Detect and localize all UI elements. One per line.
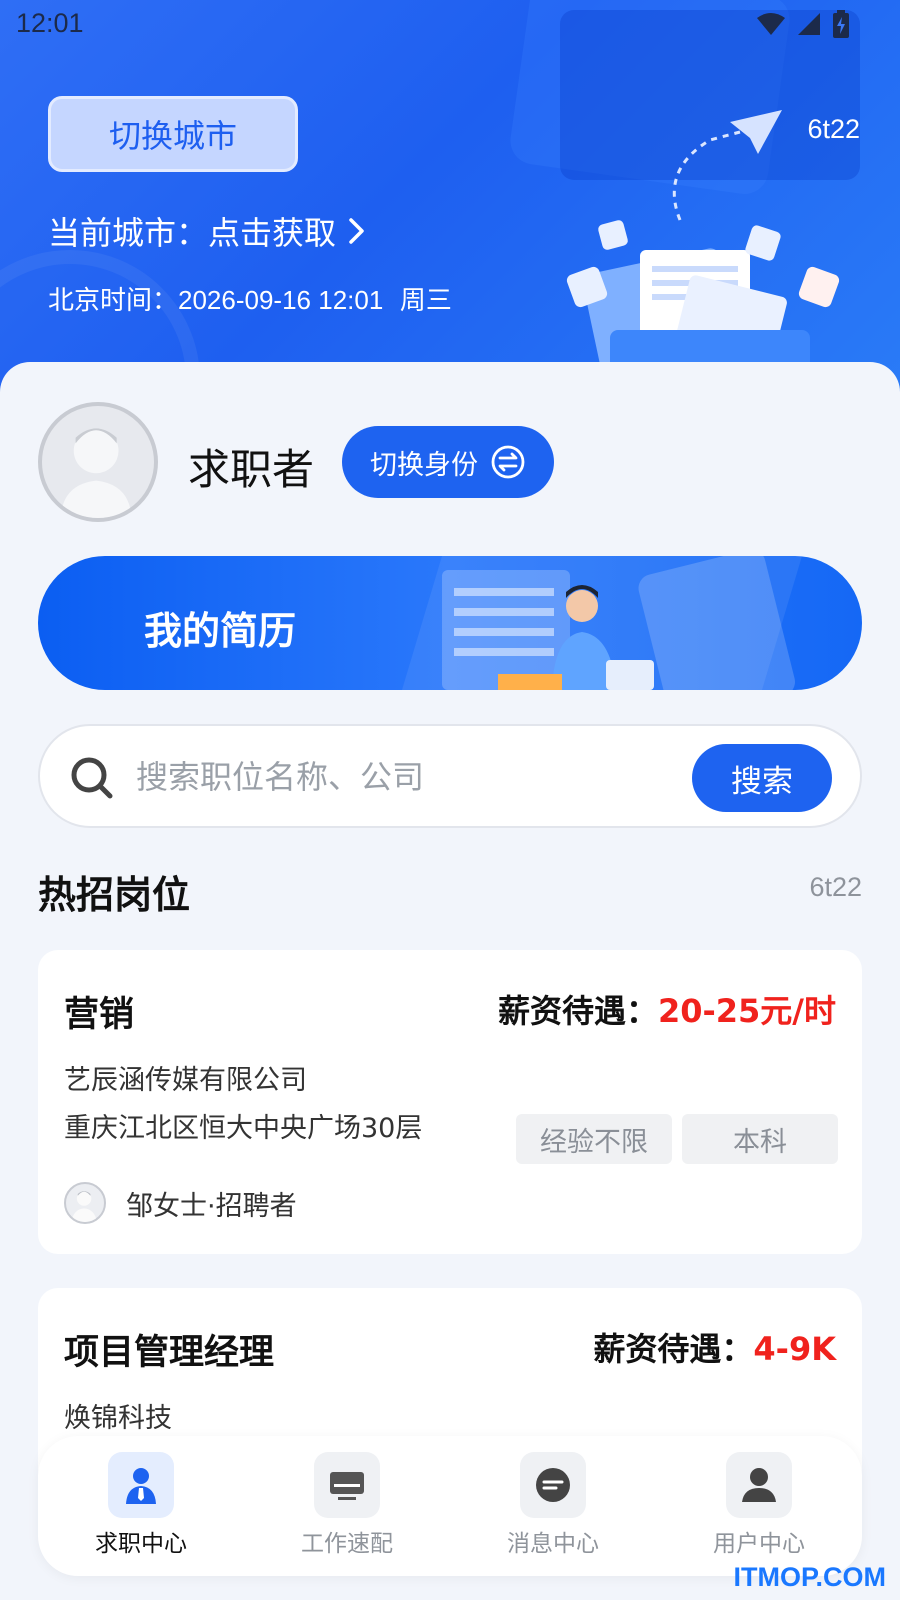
- my-resume-label: 我的简历: [144, 609, 297, 653]
- salary-label: 薪资待遇：: [497, 992, 658, 1030]
- job-salary: 薪资待遇：20-25元/时: [498, 986, 836, 1032]
- tab-work-match[interactable]: 工作速配: [244, 1436, 450, 1576]
- avatar-person-icon: [60, 428, 132, 518]
- wifi-icon: [757, 13, 785, 35]
- tab-label: 用户中心: [713, 1531, 805, 1557]
- job-title: 项目管理经理: [64, 1333, 275, 1373]
- salary-label: 薪资待遇：: [593, 1330, 754, 1368]
- search-button[interactable]: 搜索: [692, 744, 832, 812]
- tab-message-center[interactable]: 消息中心: [450, 1436, 656, 1576]
- role-title: 求职者: [188, 445, 315, 494]
- job-tag-education: 本科: [682, 1114, 838, 1164]
- job-salary: 薪资待遇：4-9K: [593, 1324, 836, 1370]
- recruiter-avatar: [64, 1182, 106, 1224]
- search-input[interactable]: [136, 754, 656, 800]
- job-seeker-icon: [126, 1468, 156, 1504]
- documents-illustration: [566, 110, 840, 370]
- top-right-code: 6t22: [807, 114, 860, 144]
- hot-jobs-title: 热招岗位: [38, 873, 191, 917]
- switch-role-label: 切换身份: [370, 449, 478, 481]
- status-bar: 12:01: [0, 0, 900, 50]
- switch-city-button[interactable]: 切换城市: [48, 96, 298, 172]
- tab-job-center[interactable]: 求职中心: [38, 1436, 244, 1576]
- tab-label: 工作速配: [301, 1531, 393, 1557]
- salary-amount: 20-25元/时: [657, 992, 836, 1030]
- status-time: 12:01: [16, 8, 84, 38]
- switch-role-button[interactable]: 切换身份: [342, 426, 554, 498]
- job-company: 焕锦科技: [64, 1403, 172, 1434]
- job-tag-experience: 经验不限: [516, 1114, 672, 1164]
- avatar-person-icon: [71, 1191, 97, 1222]
- resume-illustration: [402, 556, 802, 690]
- battery-icon: [833, 10, 849, 38]
- chevron-right-icon: [349, 218, 364, 244]
- search-icon: [71, 757, 113, 799]
- bottom-tab-bar: 求职中心 工作速配 消息中心 用户中心: [38, 1436, 862, 1576]
- switch-arrows-icon: [491, 445, 525, 479]
- current-city-label: 当前城市：点击获取: [48, 214, 337, 252]
- user-icon: [742, 1468, 776, 1502]
- monitor-icon: [330, 1472, 364, 1500]
- job-address: 重庆江北区恒大中央广场30层: [64, 1113, 423, 1144]
- job-company: 艺辰涵传媒有限公司: [64, 1065, 307, 1096]
- recruiter-name: 邹女士·招聘者: [126, 1191, 297, 1222]
- current-city[interactable]: 当前城市：点击获取: [48, 208, 366, 254]
- weekday: 周三: [399, 286, 452, 316]
- header-banner: 12:01 切换城市 当前城市：点击获取 北京时间：2026-09-16 12:…: [0, 0, 900, 400]
- tab-label: 消息中心: [507, 1531, 599, 1557]
- hot-jobs-code: 6t22: [809, 872, 862, 902]
- job-card[interactable]: 营销 薪资待遇：20-25元/时 艺辰涵传媒有限公司 重庆江北区恒大中央广场30…: [38, 950, 862, 1254]
- beijing-time: 北京时间：2026-09-16 12:01 周三: [48, 280, 452, 317]
- search-bar: 搜索: [38, 724, 862, 828]
- signal-icon: [798, 13, 820, 35]
- my-resume-banner[interactable]: 我的简历: [38, 556, 862, 690]
- tab-label: 求职中心: [95, 1531, 187, 1557]
- beijing-time-value: 2026-09-16 12:01: [178, 285, 384, 315]
- message-icon: [536, 1468, 570, 1502]
- user-avatar[interactable]: [38, 402, 158, 522]
- beijing-time-label: 北京时间：: [48, 286, 179, 316]
- tab-user-center[interactable]: 用户中心: [656, 1436, 862, 1576]
- job-title: 营销: [64, 995, 135, 1035]
- watermark-logo: ITMOP.COM: [733, 1562, 886, 1592]
- salary-amount: 4-9K: [753, 1330, 836, 1368]
